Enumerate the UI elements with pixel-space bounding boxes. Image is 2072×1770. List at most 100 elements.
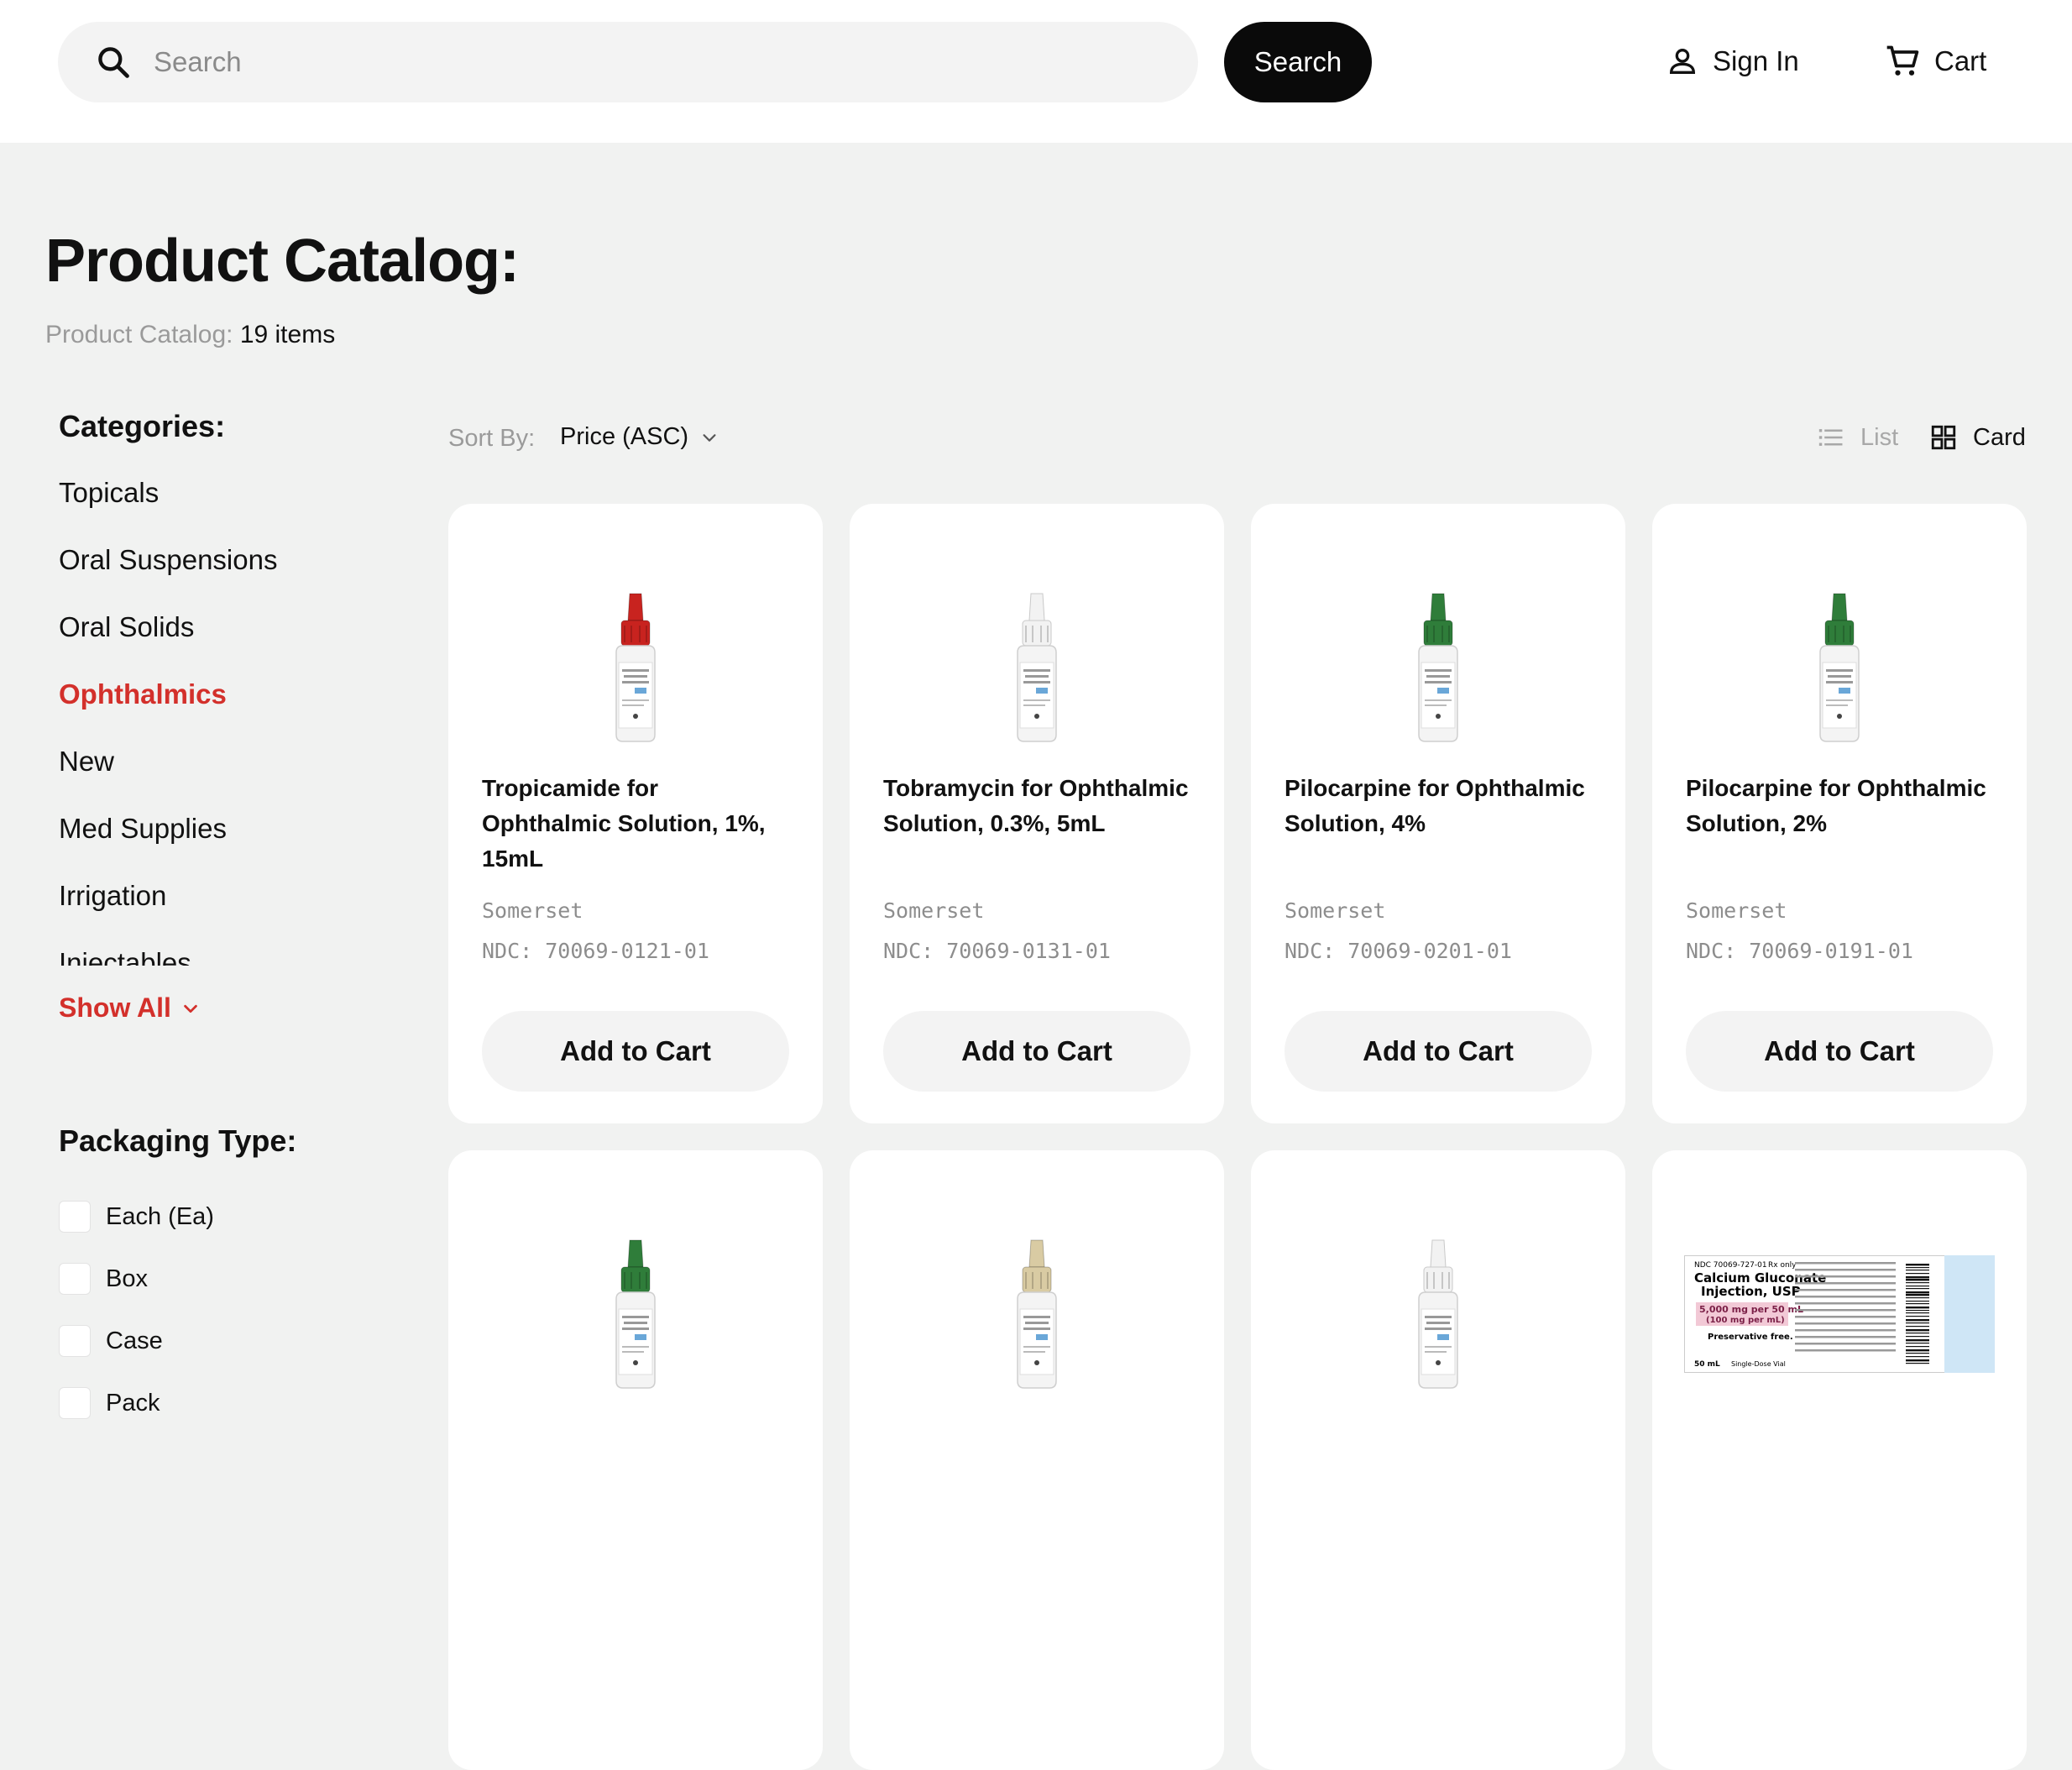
packaging-label: Box <box>106 1265 148 1292</box>
packaging-label: Case <box>106 1327 163 1354</box>
product-card[interactable] <box>1251 1150 1625 1770</box>
sort-value: Price (ASC) <box>560 423 689 450</box>
packaging-label: Each (Ea) <box>106 1202 214 1230</box>
label-volume: 50 mL <box>1694 1360 1720 1369</box>
label-ndc: NDC 70069-727-01 <box>1694 1261 1767 1270</box>
add-to-cart-button[interactable]: Add to Cart <box>1686 1011 1993 1092</box>
product-name[interactable]: Pilocarpine for Ophthalmic Solution, 2% <box>1686 771 1996 841</box>
breadcrumb-label: Product Catalog: <box>45 321 233 348</box>
add-to-cart-button[interactable]: Add to Cart <box>482 1011 789 1092</box>
product-image <box>850 1234 1224 1394</box>
category-oral-solids[interactable]: Oral Solids <box>59 605 378 672</box>
category-ophthalmics[interactable]: Ophthalmics <box>59 672 378 739</box>
search-button[interactable]: Search <box>1224 22 1372 102</box>
product-image <box>448 588 823 747</box>
card-view-toggle[interactable]: Card <box>1929 423 2026 452</box>
product-brand: Somerset <box>883 898 985 923</box>
add-to-cart-button[interactable]: Add to Cart <box>1285 1011 1592 1092</box>
checkbox[interactable] <box>59 1387 91 1419</box>
card-view-label: Card <box>1973 423 2026 451</box>
product-image <box>448 1234 823 1394</box>
show-all-button[interactable]: Show All <box>59 992 200 1024</box>
dropper-bottle-image <box>615 593 656 742</box>
sort-dropdown[interactable]: Price (ASC) <box>560 423 719 451</box>
product-ndc: NDC: 70069-0131-01 <box>883 939 1111 963</box>
product-card[interactable]: NDC 70069-727-01 Rx only Calcium Gluconate… <box>1652 1150 2027 1770</box>
label-strength: 5,000 mg per 50 mL <box>1699 1304 1803 1315</box>
product-card[interactable]: Pilocarpine for Ophthalmic Solution, 4% S… <box>1251 504 1625 1123</box>
grid-icon <box>1931 425 1956 450</box>
product-image <box>1251 1234 1625 1394</box>
search-icon <box>98 47 129 78</box>
category-injectables[interactable]: Injectables <box>59 940 378 966</box>
packaging-box[interactable]: Box <box>59 1248 214 1310</box>
product-brand: Somerset <box>1285 898 1386 923</box>
add-to-cart-button[interactable]: Add to Cart <box>883 1011 1190 1092</box>
category-oral-suspensions[interactable]: Oral Suspensions <box>59 537 378 605</box>
category-list: Topicals Oral Suspensions Oral Solids Op… <box>59 470 378 966</box>
label-preservative: Preservative free. <box>1708 1333 1793 1342</box>
category-topicals[interactable]: Topicals <box>59 470 378 537</box>
checkbox[interactable] <box>59 1201 91 1233</box>
product-card[interactable]: Tropicamide for Ophthalmic Solution, 1%,… <box>448 504 823 1123</box>
product-image <box>1652 588 2027 747</box>
packaging-case[interactable]: Case <box>59 1310 214 1372</box>
label-concentration: (100 mg per mL) <box>1706 1316 1785 1325</box>
dropper-bottle-image <box>1017 1239 1057 1389</box>
sign-in-link[interactable]: Sign In <box>1666 34 1799 89</box>
product-image <box>850 588 1224 747</box>
dropper-bottle-image <box>1418 1239 1458 1389</box>
product-card[interactable] <box>448 1150 823 1770</box>
label-form: Injection, USP <box>1701 1284 1801 1299</box>
product-ndc: NDC: 70069-0191-01 <box>1686 939 1913 963</box>
product-label-image: NDC 70069-727-01 Rx onlyCalcium Gluconate… <box>1684 1255 1995 1373</box>
chevron-down-icon <box>184 1004 197 1013</box>
sign-in-label: Sign In <box>1713 45 1799 76</box>
categories-heading: Categories: <box>59 409 226 443</box>
product-ndc: NDC: 70069-0201-01 <box>1285 939 1512 963</box>
packaging-label: Pack <box>106 1389 160 1417</box>
list-view-toggle[interactable]: List <box>1817 423 1898 452</box>
category-med-supplies[interactable]: Med Supplies <box>59 806 378 873</box>
search-input[interactable] <box>154 22 1161 102</box>
product-name[interactable]: Tobramycin for Ophthalmic Solution, 0.3%… <box>883 771 1194 841</box>
sort-label: Sort By: <box>448 425 536 452</box>
cart-icon <box>1886 45 1919 76</box>
dropper-bottle-image <box>1017 593 1057 742</box>
product-ndc: NDC: 70069-0121-01 <box>482 939 709 963</box>
product-brand: Somerset <box>482 898 583 923</box>
page-title: Product Catalog: <box>45 228 520 295</box>
item-count: 19 items <box>239 321 336 348</box>
cart-link[interactable]: Cart <box>1884 34 1986 89</box>
checkbox[interactable] <box>59 1325 91 1357</box>
list-icon <box>1818 429 1843 446</box>
list-view-label: List <box>1860 423 1899 451</box>
search-bar[interactable] <box>58 22 1198 102</box>
breadcrumb: Product Catalog: 19 items <box>45 321 335 349</box>
chevron-down-icon <box>703 433 716 442</box>
dropper-bottle-image <box>615 1239 656 1389</box>
product-card[interactable] <box>850 1150 1224 1770</box>
packaging-heading: Packaging Type: <box>59 1123 297 1158</box>
product-card[interactable]: Tobramycin for Ophthalmic Solution, 0.3%… <box>850 504 1224 1123</box>
packaging-filter-list: Each (Ea) Box Case Pack <box>59 1186 214 1434</box>
cart-label: Cart <box>1934 45 1987 76</box>
checkbox[interactable] <box>59 1263 91 1295</box>
show-all-label: Show All <box>59 992 171 1023</box>
product-card[interactable]: Pilocarpine for Ophthalmic Solution, 2% S… <box>1652 504 2027 1123</box>
dropper-bottle-image <box>1819 593 1860 742</box>
category-new[interactable]: New <box>59 739 378 806</box>
product-image: NDC 70069-727-01 Rx only Calcium Gluconate… <box>1652 1234 2027 1394</box>
packaging-each[interactable]: Each (Ea) <box>59 1186 214 1248</box>
category-irrigation[interactable]: Irrigation <box>59 873 378 940</box>
dropper-bottle-image <box>1418 593 1458 742</box>
label-rx: Rx only <box>1768 1261 1797 1270</box>
product-name[interactable]: Tropicamide for Ophthalmic Solution, 1%,… <box>482 771 793 877</box>
top-header: Search Sign In Cart <box>0 0 2072 143</box>
packaging-pack[interactable]: Pack <box>59 1372 214 1434</box>
product-image <box>1251 588 1625 747</box>
label-vial: Single-Dose Vial <box>1731 1360 1786 1368</box>
product-name[interactable]: Pilocarpine for Ophthalmic Solution, 4% <box>1285 771 1595 841</box>
product-brand: Somerset <box>1686 898 1787 923</box>
user-icon <box>1669 48 1696 74</box>
